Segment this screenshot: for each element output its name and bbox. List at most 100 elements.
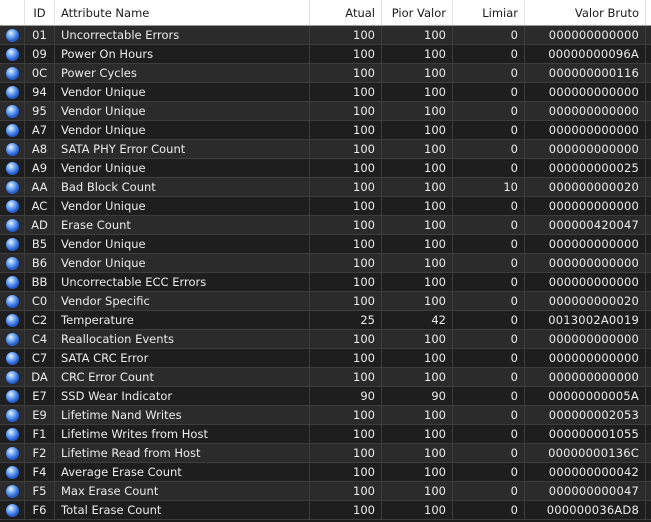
status-good-icon (5, 85, 19, 99)
table-row[interactable]: F6 Total Erase Count 100 100 0 000000036AD8 (0, 501, 651, 520)
table-row[interactable]: B6 Vendor Unique 100 100 0 000000000000 (0, 254, 651, 273)
threshold-value: 0 (453, 121, 525, 139)
status-cell (0, 311, 25, 329)
threshold-value: 0 (453, 216, 525, 234)
raw-value: 000000000000 (525, 121, 646, 139)
table-row[interactable]: F1 Lifetime Writes from Host 100 100 0 000000… (0, 425, 651, 444)
status-good-icon (5, 427, 19, 441)
attribute-id: C0 (25, 292, 55, 310)
table-row[interactable]: C4 Reallocation Events 100 100 0 000000000000 (0, 330, 651, 349)
table-row[interactable]: 95 Vendor Unique 100 100 0 000000000000 (0, 102, 651, 121)
raw-value: 000000000000 (525, 140, 646, 158)
header-current[interactable]: Atual (310, 0, 382, 25)
table-row[interactable]: C0 Vendor Specific 100 100 0 000000000020 (0, 292, 651, 311)
status-cell (0, 159, 25, 177)
table-row[interactable]: AC Vendor Unique 100 100 0 000000000000 (0, 197, 651, 216)
table-row[interactable]: 94 Vendor Unique 100 100 0 000000000000 (0, 83, 651, 102)
table-row[interactable]: E9 Lifetime Nand Writes 100 100 0 00000000205… (0, 406, 651, 425)
table-row[interactable]: 0C Power Cycles 100 100 0 000000000116 (0, 64, 651, 83)
worst-value: 42 (382, 311, 453, 329)
attribute-name: Total Erase Count (55, 501, 310, 519)
threshold-value: 0 (453, 387, 525, 405)
worst-value: 100 (382, 121, 453, 139)
table-row[interactable]: C7 SATA CRC Error 100 100 0 000000000000 (0, 349, 651, 368)
status-cell (0, 444, 25, 462)
current-value: 100 (310, 425, 382, 443)
attribute-id: F2 (25, 444, 55, 462)
table-row[interactable]: A9 Vendor Unique 100 100 0 000000000025 (0, 159, 651, 178)
smart-attributes-table: ID Attribute Name Atual Pior Valor Limia… (0, 0, 651, 520)
raw-value: 000000000000 (525, 349, 646, 367)
worst-value: 100 (382, 482, 453, 500)
table-row[interactable]: DA CRC Error Count 100 100 0 000000000000 (0, 368, 651, 387)
table-row[interactable]: A8 SATA PHY Error Count 100 100 0 00000000000… (0, 140, 651, 159)
current-value: 100 (310, 83, 382, 101)
attribute-name: Vendor Unique (55, 197, 310, 215)
table-row[interactable]: F2 Lifetime Read from Host 100 100 0 00000000… (0, 444, 651, 463)
attribute-id: 0C (25, 64, 55, 82)
current-value: 100 (310, 254, 382, 272)
current-value: 100 (310, 159, 382, 177)
current-value: 100 (310, 102, 382, 120)
raw-value: 000000000000 (525, 368, 646, 386)
threshold-value: 0 (453, 102, 525, 120)
attribute-id: 09 (25, 45, 55, 63)
worst-value: 100 (382, 197, 453, 215)
status-cell (0, 482, 25, 500)
status-good-icon (5, 66, 19, 80)
threshold-value: 0 (453, 482, 525, 500)
attribute-name: Average Erase Count (55, 463, 310, 481)
current-value: 100 (310, 235, 382, 253)
attribute-id: E7 (25, 387, 55, 405)
table-row[interactable]: A7 Vendor Unique 100 100 0 000000000000 (0, 121, 651, 140)
attribute-name: Lifetime Read from Host (55, 444, 310, 462)
header-raw-value[interactable]: Valor Bruto (525, 0, 646, 25)
status-good-icon (5, 332, 19, 346)
threshold-value: 0 (453, 349, 525, 367)
worst-value: 100 (382, 330, 453, 348)
worst-value: 100 (382, 349, 453, 367)
attribute-id: F1 (25, 425, 55, 443)
table-row[interactable]: F5 Max Erase Count 100 100 0 000000000047 (0, 482, 651, 501)
table-row[interactable]: 01 Uncorrectable Errors 100 100 0 00000000000… (0, 26, 651, 45)
worst-value: 100 (382, 273, 453, 291)
attribute-name: Vendor Unique (55, 159, 310, 177)
worst-value: 100 (382, 254, 453, 272)
table-row[interactable]: F4 Average Erase Count 100 100 0 000000000042 (0, 463, 651, 482)
attribute-id: C2 (25, 311, 55, 329)
status-good-icon (5, 465, 19, 479)
table-row[interactable]: AD Erase Count 100 100 0 000000420047 (0, 216, 651, 235)
status-good-icon (5, 313, 19, 327)
raw-value: 0013002A0019 (525, 311, 646, 329)
attribute-name: Uncorrectable ECC Errors (55, 273, 310, 291)
header-attribute-name[interactable]: Attribute Name (55, 0, 310, 25)
raw-value: 000000000000 (525, 273, 646, 291)
threshold-value: 0 (453, 83, 525, 101)
raw-value: 000000001055 (525, 425, 646, 443)
header-threshold[interactable]: Limiar (453, 0, 525, 25)
attribute-id: B5 (25, 235, 55, 253)
worst-value: 100 (382, 444, 453, 462)
attribute-id: AC (25, 197, 55, 215)
attribute-id: A9 (25, 159, 55, 177)
table-row[interactable]: C2 Temperature 25 42 0 0013002A0019 (0, 311, 651, 330)
attribute-name: Reallocation Events (55, 330, 310, 348)
status-cell (0, 26, 25, 44)
header-id[interactable]: ID (25, 0, 55, 25)
table-row[interactable]: B5 Vendor Unique 100 100 0 000000000000 (0, 235, 651, 254)
table-row[interactable]: 09 Power On Hours 100 100 0 00000000096A (0, 45, 651, 64)
raw-value: 000000000000 (525, 102, 646, 120)
raw-value: 000000000000 (525, 26, 646, 44)
header-status[interactable] (0, 0, 25, 25)
attribute-name: Vendor Unique (55, 121, 310, 139)
header-worst[interactable]: Pior Valor (382, 0, 453, 25)
current-value: 100 (310, 444, 382, 462)
table-row[interactable]: E7 SSD Wear Indicator 90 90 0 00000000005A (0, 387, 651, 406)
table-row[interactable]: AA Bad Block Count 100 100 10 000000000020 (0, 178, 651, 197)
status-cell (0, 368, 25, 386)
table-row[interactable]: BB Uncorrectable ECC Errors 100 100 0 0000000… (0, 273, 651, 292)
current-value: 100 (310, 349, 382, 367)
raw-value: 000000420047 (525, 216, 646, 234)
attribute-name: Temperature (55, 311, 310, 329)
attribute-id: F5 (25, 482, 55, 500)
